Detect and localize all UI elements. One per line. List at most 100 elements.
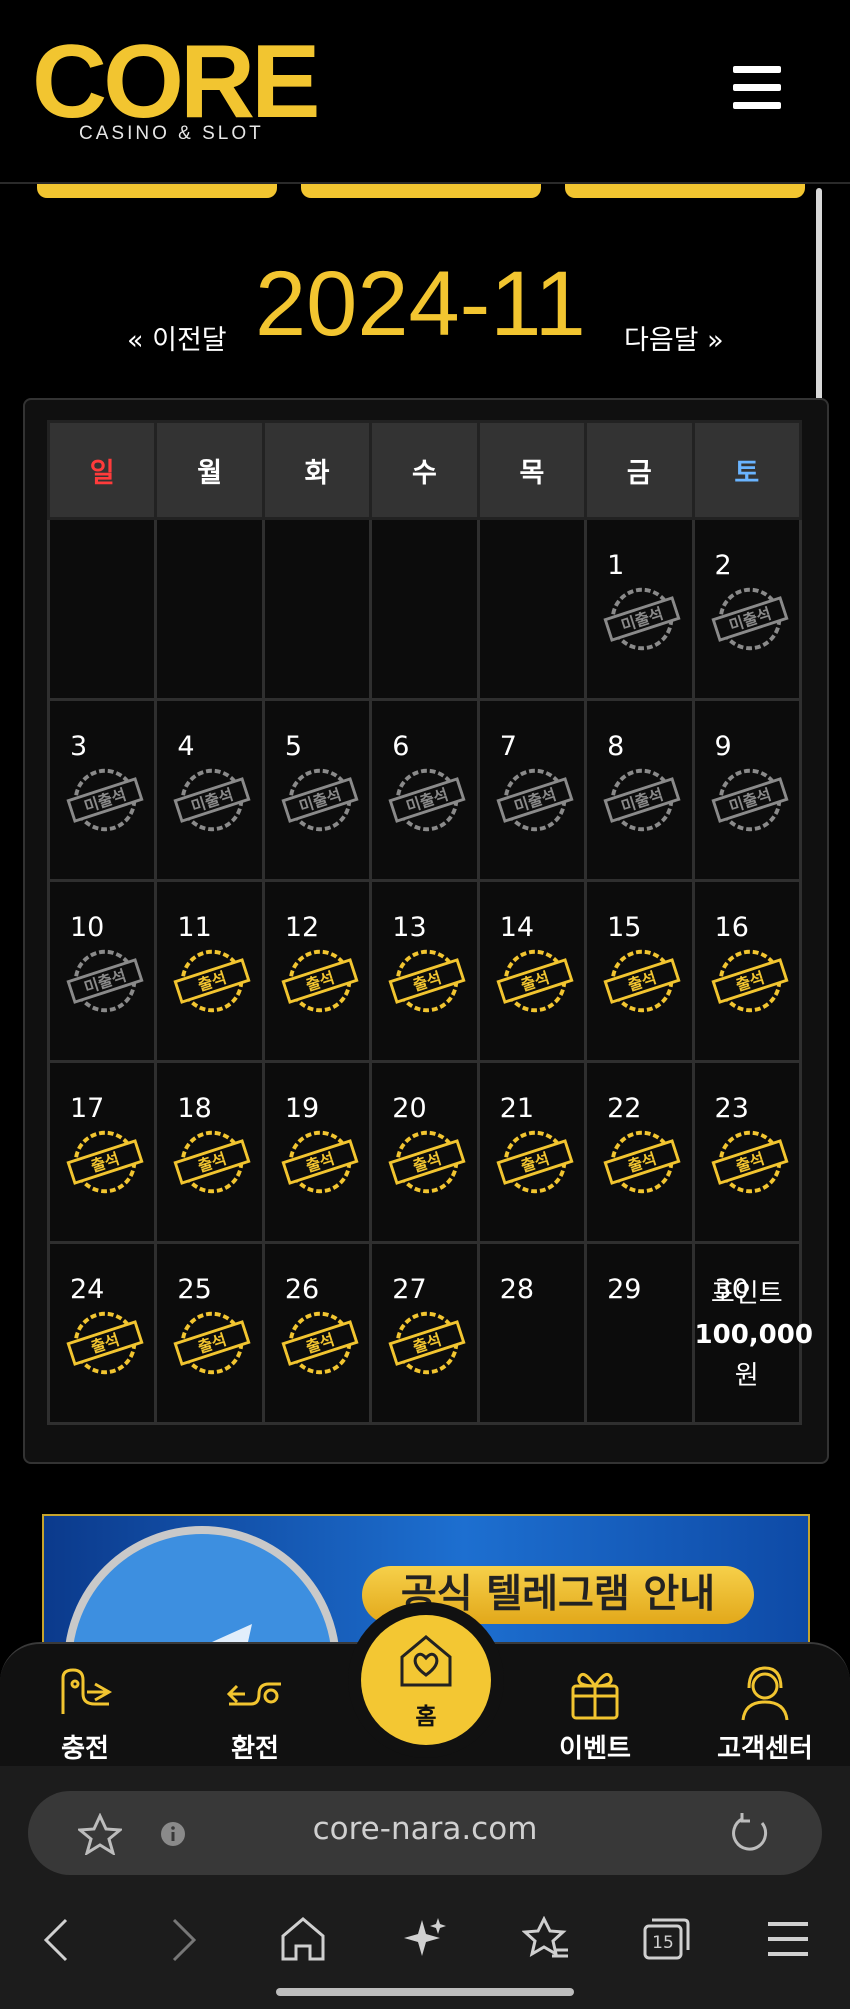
calendar-day-13[interactable]: 13 출석 bbox=[369, 879, 480, 1063]
category-tab-1[interactable] bbox=[37, 184, 277, 198]
day-number: 17 bbox=[70, 1093, 105, 1124]
calendar-day-17[interactable]: 17 출석 bbox=[46, 1060, 158, 1244]
calendar-day-26[interactable]: 26 출석 bbox=[261, 1241, 373, 1425]
calendar-day-24[interactable]: 24 출석 bbox=[46, 1241, 158, 1425]
calendar-week-row: 3 미출석 4 미출석 5 미출석 6 미출석 7 미출석 8 미출석 9 미출석 bbox=[46, 698, 803, 882]
back-icon[interactable] bbox=[44, 1918, 68, 1962]
day-number: 1 bbox=[607, 550, 625, 581]
calendar-empty-cell bbox=[369, 517, 480, 701]
absent-stamp-icon: 미출석 bbox=[281, 768, 359, 832]
logo-subtitle: CASINO & SLOT bbox=[79, 123, 264, 144]
attendance-calendar: 일월화수목금토 1 미출석 2 미출석 3 미출석 4 미출석 5 미출석 6 미출석 7 미출석 8 미출석… bbox=[46, 420, 813, 1425]
calendar-day-8[interactable]: 8 미출석 bbox=[584, 698, 695, 882]
calendar-day-16[interactable]: 16 출석 bbox=[691, 879, 803, 1063]
attended-stamp-icon: 출석 bbox=[603, 949, 681, 1013]
next-month-link[interactable]: 다음달 » bbox=[624, 318, 724, 357]
calendar-day-27[interactable]: 27 출석 bbox=[369, 1241, 480, 1425]
weekday-header: 토 bbox=[691, 420, 803, 520]
calendar-day-7[interactable]: 7 미출석 bbox=[476, 698, 588, 882]
day-number: 11 bbox=[177, 912, 212, 943]
day-number: 6 bbox=[392, 731, 410, 762]
nav-support[interactable]: 고객센터 bbox=[690, 1644, 840, 1764]
telegram-icon bbox=[64, 1526, 340, 1646]
absent-stamp-icon: 미출석 bbox=[603, 768, 681, 832]
tab-count: 15 bbox=[652, 1933, 674, 1953]
absent-stamp-icon: 미출석 bbox=[388, 768, 466, 832]
forward-icon[interactable] bbox=[172, 1918, 196, 1962]
day-number: 22 bbox=[607, 1093, 642, 1124]
day-number: 27 bbox=[392, 1274, 427, 1305]
weekday-header: 목 bbox=[476, 420, 588, 520]
nav-home[interactable]: 홈 bbox=[348, 1602, 504, 1758]
calendar-day-2[interactable]: 2 미출석 bbox=[691, 517, 803, 701]
weekday-header: 월 bbox=[154, 420, 265, 520]
calendar-day-3[interactable]: 3 미출석 bbox=[46, 698, 158, 882]
site-header: CORE CASINO & SLOT bbox=[0, 0, 850, 184]
day-number: 9 bbox=[714, 731, 732, 762]
attended-stamp-icon: 출석 bbox=[388, 949, 466, 1013]
calendar-day-19[interactable]: 19 출석 bbox=[261, 1060, 373, 1244]
calendar-day-15[interactable]: 15 출석 bbox=[584, 879, 695, 1063]
weekday-header: 금 bbox=[584, 420, 695, 520]
nav-deposit[interactable]: 충전 bbox=[10, 1644, 160, 1764]
home-icon[interactable] bbox=[280, 1916, 326, 1962]
attended-stamp-icon: 출석 bbox=[388, 1130, 466, 1194]
calendar-day-22[interactable]: 22 출석 bbox=[584, 1060, 695, 1244]
reward-unit: 원 bbox=[734, 1361, 759, 1391]
attended-stamp-icon: 출석 bbox=[496, 1130, 574, 1194]
calendar-day-14[interactable]: 14 출석 bbox=[476, 879, 588, 1063]
absent-stamp-icon: 미출석 bbox=[603, 587, 681, 651]
day-number: 15 bbox=[607, 912, 642, 943]
calendar-day-1[interactable]: 1 미출석 bbox=[584, 517, 695, 701]
core-logo[interactable]: CORE CASINO & SLOT bbox=[32, 30, 322, 150]
calendar-day-10[interactable]: 10 미출석 bbox=[46, 879, 158, 1063]
calendar-day-11[interactable]: 11 출석 bbox=[154, 879, 265, 1063]
absent-stamp-icon: 미출석 bbox=[710, 587, 789, 651]
sparkle-icon[interactable] bbox=[402, 1916, 448, 1962]
reward-amount: 100,000 bbox=[694, 1320, 813, 1350]
gift-icon bbox=[571, 1672, 619, 1720]
calendar-day-12[interactable]: 12 출석 bbox=[261, 879, 373, 1063]
category-tab-3[interactable] bbox=[565, 184, 805, 198]
calendar-week-row: 1 미출석 2 미출석 bbox=[46, 517, 803, 701]
nav-label: 충전 bbox=[61, 1734, 109, 1764]
prev-month-link[interactable]: « 이전달 bbox=[127, 318, 227, 357]
nav-label: 고객센터 bbox=[717, 1734, 813, 1764]
day-number: 24 bbox=[70, 1274, 105, 1305]
calendar-week-row: 10 미출석 11 출석 12 출석 13 출석 14 출석 15 출석 16 출석 bbox=[46, 879, 803, 1063]
nav-withdraw[interactable]: 환전 bbox=[180, 1644, 330, 1764]
day-number: 3 bbox=[70, 731, 88, 762]
calendar-day-6[interactable]: 6 미출석 bbox=[369, 698, 480, 882]
calendar-day-4[interactable]: 4 미출석 bbox=[154, 698, 265, 882]
category-tab-2[interactable] bbox=[301, 184, 541, 198]
calendar-day-5[interactable]: 5 미출석 bbox=[261, 698, 373, 882]
reload-icon[interactable] bbox=[728, 1811, 772, 1855]
calendar-day-23[interactable]: 23 출석 bbox=[691, 1060, 803, 1244]
calendar-day-25[interactable]: 25 출석 bbox=[154, 1241, 265, 1425]
nav-event[interactable]: 이벤트 bbox=[520, 1644, 670, 1764]
nav-label: 이벤트 bbox=[559, 1734, 631, 1764]
day-number: 29 bbox=[607, 1274, 642, 1305]
absent-stamp-icon: 미출석 bbox=[66, 768, 144, 832]
absent-stamp-icon: 미출석 bbox=[710, 768, 789, 832]
calendar-day-28[interactable]: 28 bbox=[476, 1241, 588, 1425]
calendar-day-21[interactable]: 21 출석 bbox=[476, 1060, 588, 1244]
calendar-day-9[interactable]: 9 미출석 bbox=[691, 698, 803, 882]
hamburger-menu-icon[interactable] bbox=[733, 66, 783, 110]
calendar-empty-cell bbox=[261, 517, 373, 701]
calendar-day-29[interactable]: 29 bbox=[584, 1241, 695, 1425]
bookmarks-icon[interactable] bbox=[522, 1916, 570, 1962]
address-bar[interactable]: core-nara.com bbox=[28, 1791, 822, 1875]
calendar-day-18[interactable]: 18 출석 bbox=[154, 1060, 265, 1244]
gesture-bar[interactable] bbox=[276, 1988, 574, 1996]
calendar-day-20[interactable]: 20 출석 bbox=[369, 1060, 480, 1244]
menu-icon[interactable] bbox=[768, 1922, 808, 1956]
attended-stamp-icon: 출석 bbox=[66, 1311, 144, 1375]
attended-stamp-icon: 출석 bbox=[281, 1130, 359, 1194]
browser-toolbar: core-nara.com 15 bbox=[0, 1766, 850, 2009]
support-icon bbox=[741, 1666, 789, 1721]
home-heart-icon bbox=[400, 1635, 452, 1687]
tabs-icon[interactable]: 15 bbox=[642, 1916, 690, 1962]
attended-stamp-icon: 출석 bbox=[173, 949, 251, 1013]
calendar-day-30[interactable]: 30 포인트 100,000 원 bbox=[691, 1241, 813, 1425]
